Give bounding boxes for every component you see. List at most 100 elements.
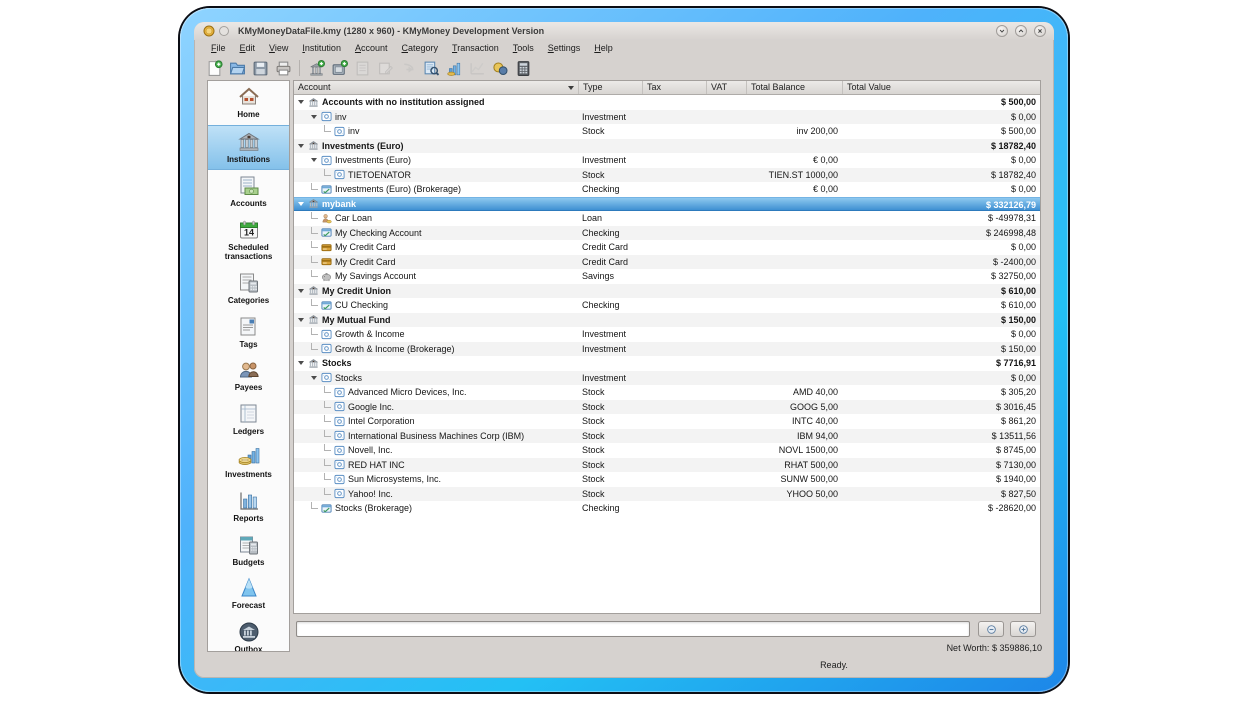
- sidebar-item-outbox[interactable]: Outbox: [208, 616, 289, 652]
- account-row[interactable]: Growth & IncomeInvestment$ 0,00: [294, 327, 1040, 342]
- account-row[interactable]: RED HAT INCStockRHAT 500,00$ 7130,00: [294, 458, 1040, 473]
- maximize-button[interactable]: [1015, 25, 1027, 37]
- account-row[interactable]: My Mutual Fund$ 150,00: [294, 313, 1040, 328]
- menu-file[interactable]: File: [204, 41, 233, 56]
- account-row[interactable]: Intel CorporationStockINTC 40,00$ 861,20: [294, 414, 1040, 429]
- calculator-button[interactable]: [513, 58, 533, 78]
- sidebar-item-reports[interactable]: Reports: [208, 485, 289, 529]
- account-row[interactable]: My Credit CardCredit Card$ -2400,00: [294, 255, 1040, 270]
- new-file-button[interactable]: [204, 58, 224, 78]
- sidebar-item-investments[interactable]: Investments: [208, 441, 289, 485]
- edit-account-icon: [377, 60, 394, 77]
- tree-branch-line: [324, 488, 331, 495]
- expander-icon[interactable]: [311, 376, 317, 380]
- expander-icon[interactable]: [298, 318, 304, 322]
- column-header-total-balance[interactable]: Total Balance: [746, 81, 842, 94]
- expand-all-button[interactable]: [1010, 621, 1036, 637]
- close-button[interactable]: [1034, 25, 1046, 37]
- sidebar-item-budgets[interactable]: Budgets: [208, 529, 289, 573]
- column-header-account[interactable]: Account: [294, 81, 578, 94]
- account-row[interactable]: CU CheckingChecking$ 610,00: [294, 298, 1040, 313]
- column-header-tax[interactable]: Tax: [642, 81, 706, 94]
- account-type: [578, 139, 642, 154]
- checking-icon: [321, 503, 332, 514]
- account-row[interactable]: Car LoanLoan$ -49978,31: [294, 211, 1040, 226]
- new-institution-button[interactable]: [306, 58, 326, 78]
- column-header-total-value[interactable]: Total Value: [842, 81, 1040, 94]
- account-row[interactable]: Investments (Euro) (Brokerage)Checking€ …: [294, 182, 1040, 197]
- menu-category[interactable]: Category: [395, 41, 446, 56]
- account-filter-input[interactable]: [296, 621, 970, 637]
- account-row[interactable]: invInvestment$ 0,00: [294, 110, 1040, 125]
- account-row[interactable]: My Credit CardCredit Card$ 0,00: [294, 240, 1040, 255]
- calculator-icon: [515, 60, 532, 77]
- account-row[interactable]: mybank$ 332126,79: [294, 197, 1040, 212]
- menu-account[interactable]: Account: [348, 41, 395, 56]
- minimize-button[interactable]: [996, 25, 1008, 37]
- open-file-button[interactable]: [227, 58, 247, 78]
- account-row[interactable]: StocksInvestment$ 0,00: [294, 371, 1040, 386]
- column-header-vat[interactable]: VAT: [706, 81, 746, 94]
- sidebar-item-categories[interactable]: Categories: [208, 267, 289, 311]
- save-file-button[interactable]: [250, 58, 270, 78]
- account-row[interactable]: Growth & Income (Brokerage)Investment$ 1…: [294, 342, 1040, 357]
- new-investment-button[interactable]: [444, 58, 464, 78]
- account-row[interactable]: Investments (Euro)$ 18782,40: [294, 139, 1040, 154]
- account-row[interactable]: My Credit Union$ 610,00: [294, 284, 1040, 299]
- total-value: $ 0,00: [842, 327, 1040, 342]
- account-row[interactable]: Novell, Inc.StockNOVL 1500,00$ 8745,00: [294, 443, 1040, 458]
- menu-help[interactable]: Help: [587, 41, 620, 56]
- new-account-button[interactable]: [329, 58, 349, 78]
- total-value: $ 500,00: [842, 124, 1040, 139]
- sidebar-item-label: Accounts: [230, 199, 266, 209]
- titlebar[interactable]: KMyMoneyDataFile.kmy (1280 x 960) - KMyM…: [194, 22, 1054, 40]
- sidebar-item-payees[interactable]: Payees: [208, 354, 289, 398]
- total-balance: [746, 501, 842, 516]
- account-type: [578, 95, 642, 110]
- account-row[interactable]: My Savings AccountSavings$ 32750,00: [294, 269, 1040, 284]
- find-transaction-button[interactable]: [421, 58, 441, 78]
- expander-icon[interactable]: [311, 115, 317, 119]
- sidebar-item-tags[interactable]: Tags: [208, 311, 289, 355]
- account-row[interactable]: International Business Machines Corp (IB…: [294, 429, 1040, 444]
- menu-tools[interactable]: Tools: [506, 41, 541, 56]
- column-header-type[interactable]: Type: [578, 81, 642, 94]
- account-row[interactable]: Accounts with no institution assigned$ 5…: [294, 95, 1040, 110]
- account-row[interactable]: Stocks$ 7716,91: [294, 356, 1040, 371]
- menu-edit[interactable]: Edit: [233, 41, 263, 56]
- sidebar-item-home[interactable]: Home: [208, 81, 289, 125]
- sidebar-item-accounts[interactable]: Accounts: [208, 170, 289, 214]
- account-row[interactable]: Investments (Euro)Investment€ 0,00$ 0,00: [294, 153, 1040, 168]
- account-vat: [706, 95, 746, 110]
- collapse-all-button[interactable]: [978, 621, 1004, 637]
- expander-icon[interactable]: [298, 289, 304, 293]
- account-row[interactable]: Stocks (Brokerage)Checking$ -28620,00: [294, 501, 1040, 516]
- menu-transaction[interactable]: Transaction: [445, 41, 506, 56]
- account-row[interactable]: Google Inc.StockGOOG 5,00$ 3016,45: [294, 400, 1040, 415]
- account-type: Investment: [578, 327, 642, 342]
- sidebar-item-scheduled-transactions[interactable]: 14Scheduled transactions: [208, 214, 289, 267]
- account-row[interactable]: Yahoo! Inc.StockYHOO 50,00$ 827,50: [294, 487, 1040, 502]
- sidebar-item-forecast[interactable]: Forecast: [208, 572, 289, 616]
- expander-icon[interactable]: [298, 144, 304, 148]
- account-tax: [642, 327, 706, 342]
- currencies-button[interactable]: [490, 58, 510, 78]
- expander-icon[interactable]: [298, 361, 304, 365]
- expander-icon[interactable]: [298, 202, 304, 206]
- account-row[interactable]: Advanced Micro Devices, Inc.StockAMD 40,…: [294, 385, 1040, 400]
- account-type: Investment: [578, 371, 642, 386]
- sidebar-item-ledgers[interactable]: Ledgers: [208, 398, 289, 442]
- account-row[interactable]: invStockinv 200,00$ 500,00: [294, 124, 1040, 139]
- print-button[interactable]: [273, 58, 293, 78]
- account-name: Stocks (Brokerage): [335, 501, 412, 516]
- account-row[interactable]: My Checking AccountChecking$ 246998,48: [294, 226, 1040, 241]
- expander-icon[interactable]: [298, 100, 304, 104]
- menu-institution[interactable]: Institution: [295, 41, 348, 56]
- total-balance: [746, 226, 842, 241]
- account-row[interactable]: TIETOENATORStockTIEN.ST 1000,00$ 18782,4…: [294, 168, 1040, 183]
- menu-view[interactable]: View: [262, 41, 295, 56]
- menu-settings[interactable]: Settings: [541, 41, 588, 56]
- expander-icon[interactable]: [311, 158, 317, 162]
- sidebar-item-institutions[interactable]: Institutions: [208, 125, 289, 171]
- account-row[interactable]: Sun Microsystems, Inc.StockSUNW 500,00$ …: [294, 472, 1040, 487]
